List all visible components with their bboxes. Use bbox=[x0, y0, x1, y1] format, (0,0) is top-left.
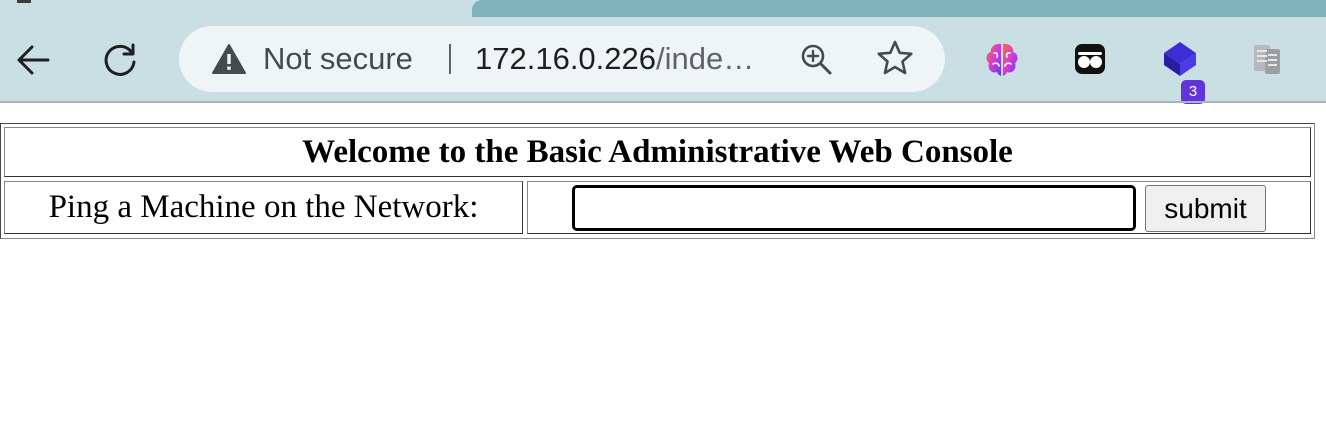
browser-toolbar: Not secure 172.16.0.226/inde… 3 bbox=[0, 17, 1326, 104]
submit-button[interactable]: submit bbox=[1145, 185, 1266, 232]
cube-extension-icon[interactable] bbox=[1160, 39, 1200, 79]
mask-extension-icon[interactable] bbox=[1070, 39, 1110, 79]
reader-extension-icon[interactable] bbox=[1247, 39, 1287, 79]
active-tab[interactable] bbox=[0, 0, 472, 17]
security-status-label[interactable]: Not secure bbox=[263, 38, 413, 80]
tab-strip-background bbox=[472, 0, 1326, 17]
reload-icon bbox=[104, 43, 136, 76]
brain-extension-icon[interactable] bbox=[982, 39, 1022, 79]
star-icon[interactable] bbox=[876, 39, 914, 77]
tab-favicon-icon bbox=[17, 0, 31, 3]
url-path: /inde… bbox=[656, 41, 755, 76]
ping-label-cell: Ping a Machine on the Network: bbox=[4, 181, 523, 234]
reload-button[interactable] bbox=[101, 40, 141, 80]
tab-strip bbox=[0, 0, 1326, 17]
ping-label: Ping a Machine on the Network: bbox=[48, 189, 479, 225]
toolbar-divider bbox=[0, 101, 1326, 103]
address-bar-divider bbox=[449, 44, 451, 74]
back-button[interactable] bbox=[14, 40, 54, 80]
url-text[interactable]: 172.16.0.226/inde… bbox=[475, 38, 775, 80]
warning-triangle-icon[interactable] bbox=[212, 43, 246, 75]
zoom-in-icon[interactable] bbox=[799, 42, 833, 76]
ping-input[interactable] bbox=[572, 185, 1136, 231]
page-title: Welcome to the Basic Administrative Web … bbox=[302, 133, 1013, 170]
title-cell: Welcome to the Basic Administrative Web … bbox=[4, 127, 1311, 177]
ping-form-cell: submit bbox=[527, 181, 1311, 234]
back-arrow-icon bbox=[17, 45, 50, 75]
console-table: Welcome to the Basic Administrative Web … bbox=[0, 123, 1315, 239]
url-host: 172.16.0.226 bbox=[475, 41, 657, 76]
address-bar[interactable]: Not secure 172.16.0.226/inde… bbox=[179, 26, 945, 92]
